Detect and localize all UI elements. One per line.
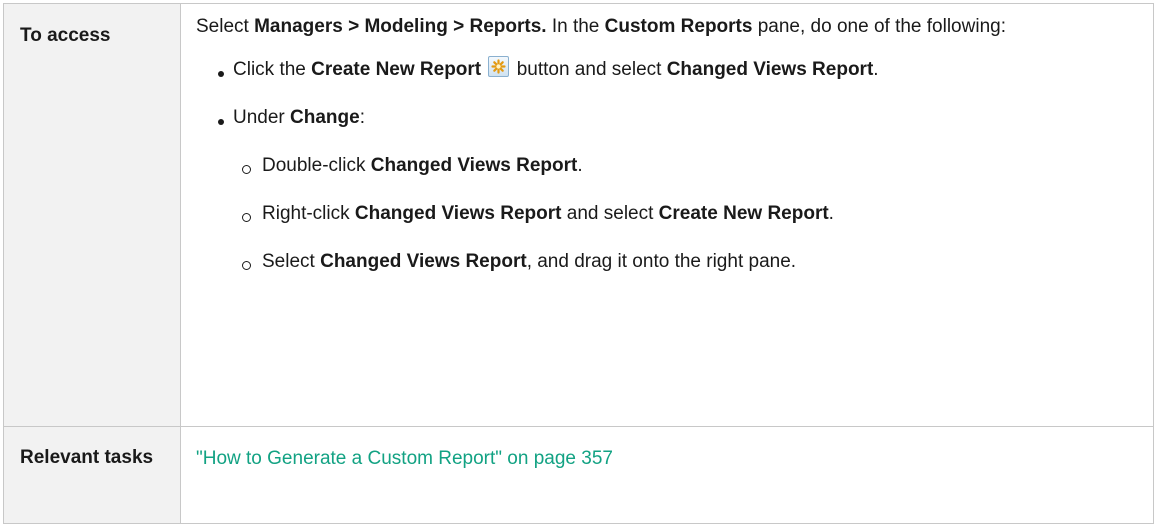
bold-text: Managers > Modeling > Reports. (254, 16, 547, 37)
relevant-tasks-row: Relevant tasks "How to Generate a Custom… (3, 426, 1154, 524)
relevant-tasks-content: "How to Generate a Custom Report" on pag… (180, 426, 1154, 524)
text: : (359, 107, 365, 128)
bold-text: Changed Views Report (666, 59, 874, 80)
bold-text: Create New Report (311, 59, 482, 80)
text: pane, do one of the following: (752, 16, 1006, 37)
text: Right-click (262, 203, 355, 224)
text: Select (262, 251, 321, 272)
sub-bullet-list: Double-click Changed Views Report. Right-… (233, 149, 1137, 278)
custom-report-link[interactable]: "How to Generate a Custom Report" on pag… (196, 448, 613, 469)
bullet-text: Click the Create New Report button and s… (233, 53, 1137, 86)
text: Click the (233, 59, 312, 80)
text: . (577, 155, 583, 176)
text: . (828, 203, 834, 224)
relevant-tasks-label: Relevant tasks (3, 426, 181, 524)
bold-text: Changed Views Report (354, 203, 562, 224)
text: Select (196, 16, 255, 37)
text: Double-click (262, 155, 371, 176)
bullet-item: Click the Create New Report button and s… (218, 53, 1137, 86)
access-bullet-list: Click the Create New Report button and s… (196, 53, 1137, 278)
text: and select (561, 203, 659, 224)
bold-text: Custom Reports (604, 16, 753, 37)
access-intro: Select Managers > Modeling > Reports. In… (196, 10, 1137, 43)
info-table: To access Select Managers > Modeling > R… (3, 3, 1154, 524)
access-content: Select Managers > Modeling > Reports. In… (180, 3, 1154, 427)
bold-text: Changed Views Report (370, 155, 578, 176)
create-new-report-icon (488, 56, 510, 77)
bold-text: Create New Report (658, 203, 829, 224)
text: In the (546, 16, 605, 37)
sub-bullet-item: Select Changed Views Report, and drag it… (242, 245, 1137, 278)
sub-bullet-item: Double-click Changed Views Report. (242, 149, 1137, 182)
text: , and drag it onto the right pane. (526, 251, 797, 272)
bold-text: Change (290, 107, 360, 128)
bullet-text: Under Change: (233, 101, 1137, 134)
access-label: To access (3, 3, 181, 427)
bold-text: Changed Views Report (320, 251, 527, 272)
text: button and select (511, 59, 667, 80)
bullet-item: Under Change: Double-click Changed Views … (218, 101, 1137, 278)
text: Under (233, 107, 291, 128)
access-row: To access Select Managers > Modeling > R… (3, 3, 1154, 427)
sub-bullet-item: Right-click Changed Views Report and sel… (242, 197, 1137, 230)
text: . (873, 59, 879, 80)
